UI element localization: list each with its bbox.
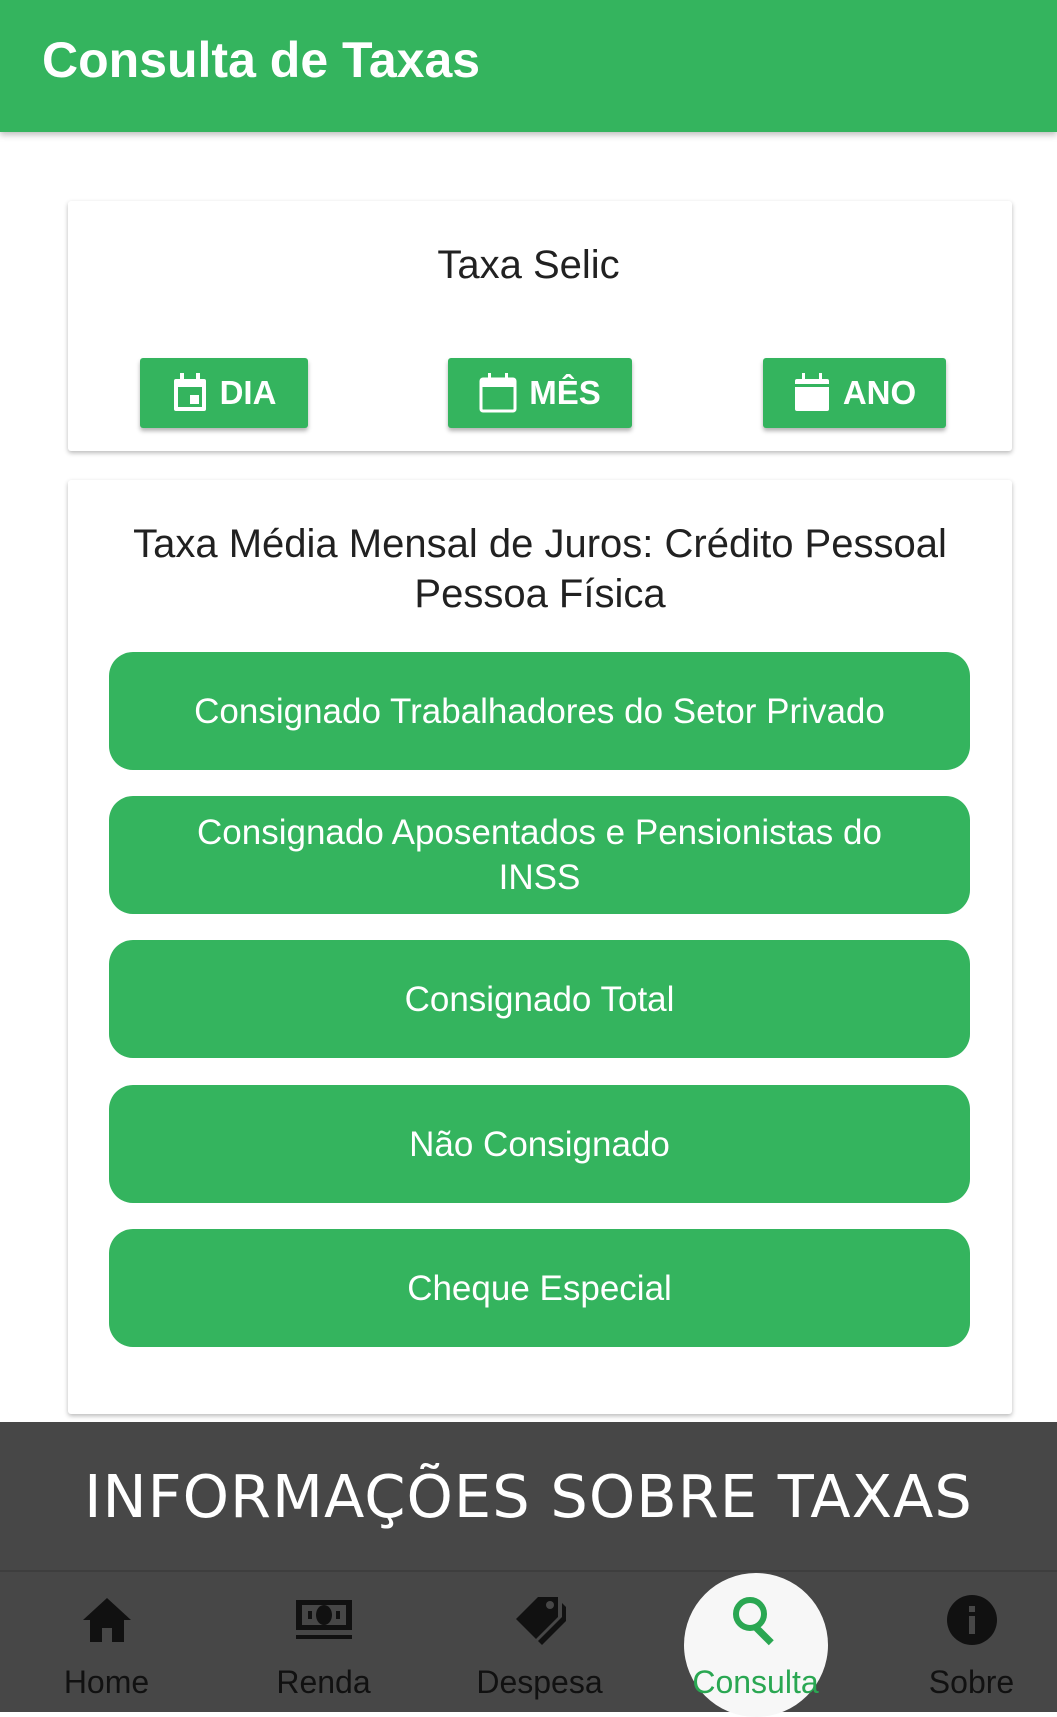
nav-renda-label: Renda	[276, 1664, 371, 1700]
info-banner: INFORMAÇÕES SOBRE TAXAS	[0, 1422, 1057, 1570]
consignado-total-button[interactable]: Consignado Total	[109, 940, 970, 1058]
nav-renda[interactable]: Renda	[218, 1570, 429, 1712]
dia-button[interactable]: DIA	[140, 358, 308, 428]
nav-home[interactable]: Home	[1, 1570, 212, 1712]
nav-despesa-label: Despesa	[476, 1664, 603, 1700]
consignado-inss-button[interactable]: Consignado Aposentados e Pensionistas do…	[109, 796, 970, 914]
calendar-today-icon	[173, 373, 206, 411]
nav-home-label: Home	[63, 1664, 150, 1700]
consignado-privado-button[interactable]: Consignado Trabalhadores do Setor Privad…	[109, 652, 970, 770]
nav-consulta-label: Consulta	[692, 1664, 819, 1700]
search-icon	[732, 1597, 774, 1646]
juros-title: Taxa Média Mensal de Juros: Crédito Pess…	[133, 522, 947, 616]
ano-button[interactable]: ANO	[763, 358, 946, 428]
calendar-icon	[794, 373, 829, 411]
calendar-blank-icon	[479, 373, 517, 413]
mes-button[interactable]: MÊS	[448, 358, 632, 428]
money-icon	[295, 1600, 352, 1639]
page-title: Consulta de Taxas	[42, 32, 481, 88]
nav-sobre-label: Sobre	[928, 1664, 1015, 1700]
info-icon	[946, 1595, 997, 1645]
app-bar: Consulta de Taxas	[0, 0, 1057, 132]
nav-sobre[interactable]: Sobre	[866, 1570, 1057, 1712]
nav-consulta[interactable]: Consulta	[650, 1570, 861, 1712]
ano-button-label: ANO	[842, 374, 917, 411]
selic-title: Taxa Selic	[437, 243, 620, 287]
tag-icon	[515, 1597, 566, 1645]
nav-despesa[interactable]: Despesa	[434, 1570, 645, 1712]
home-icon	[82, 1598, 131, 1642]
nao-consignado-button[interactable]: Não Consignado	[109, 1085, 970, 1203]
cheque-especial-button[interactable]: Cheque Especial	[109, 1229, 970, 1347]
dia-button-label: DIA	[219, 374, 277, 411]
mes-button-label: MÊS	[529, 374, 601, 411]
